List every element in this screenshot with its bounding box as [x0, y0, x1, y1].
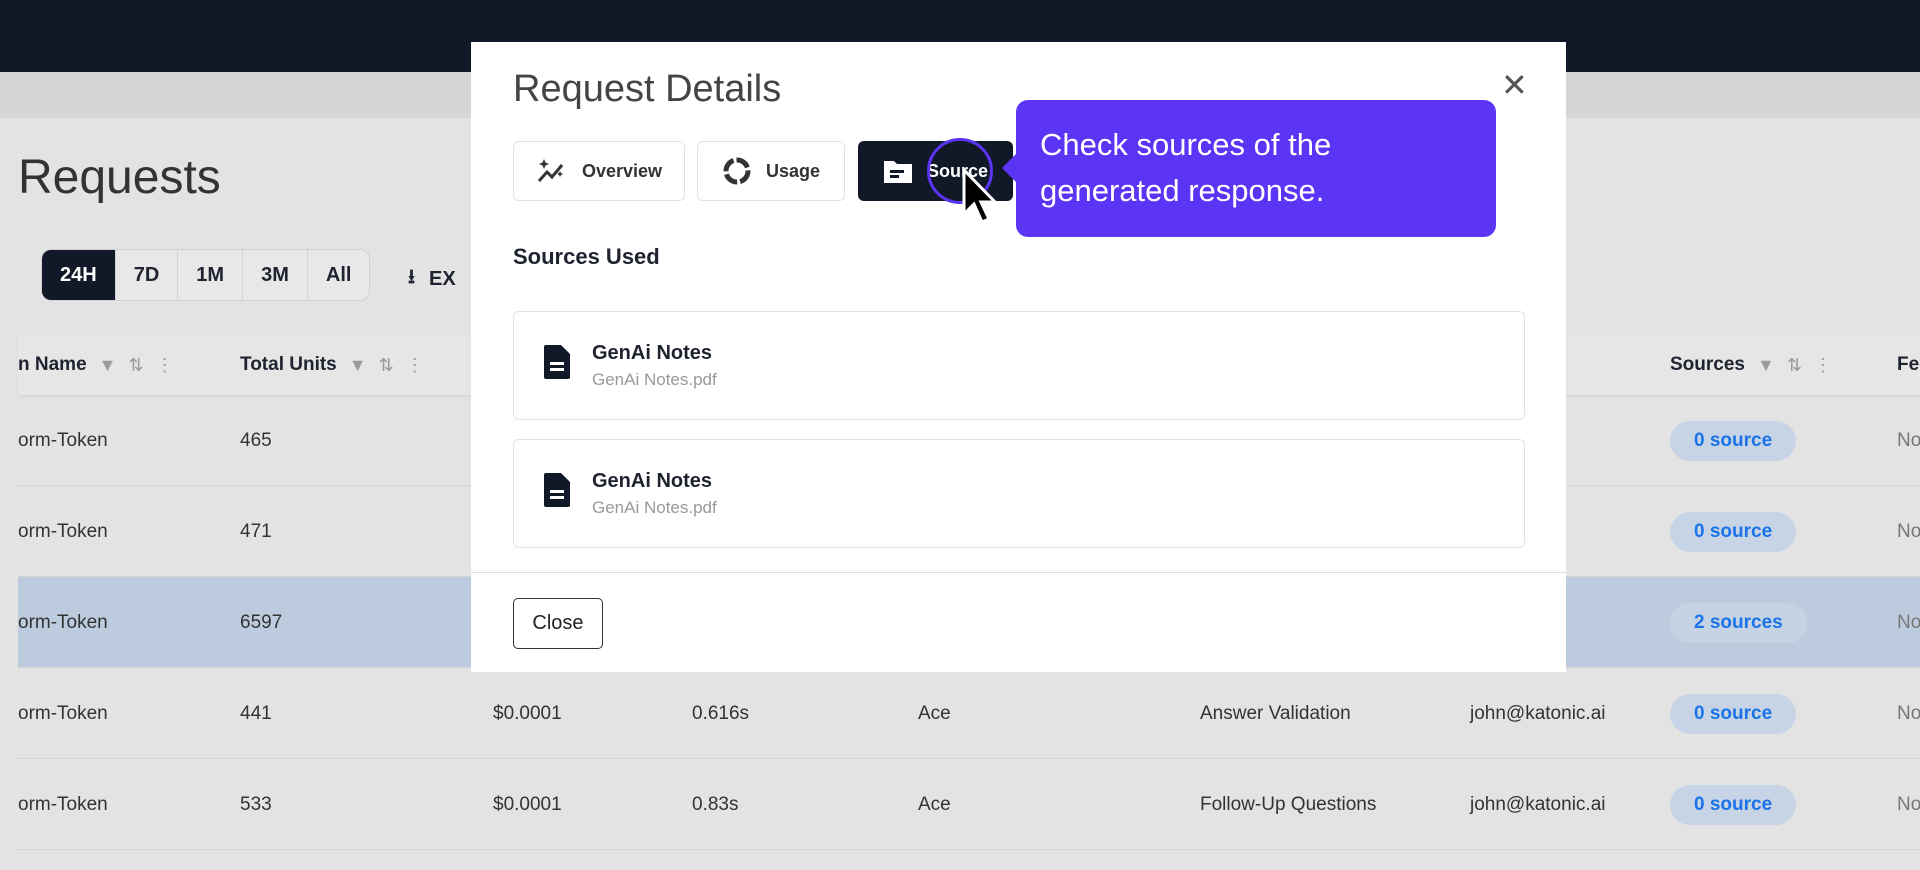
more-icon[interactable]: ⋮	[1814, 355, 1832, 376]
sources-badge[interactable]: 0 source	[1670, 784, 1797, 825]
more-icon[interactable]: ⋮	[156, 355, 174, 376]
table-row[interactable]: orm-Token 533 $0.0001 0.83s Ace Follow-Up Que…	[18, 759, 1920, 850]
more-icon[interactable]: ⋮	[406, 355, 424, 376]
source-file: GenAi Notes.pdf	[592, 498, 717, 517]
tab-label: Overview	[581, 160, 663, 181]
col-feedback[interactable]: Fe	[1897, 335, 1919, 395]
filter-icon[interactable]: ▼	[1757, 355, 1775, 376]
sort-icon[interactable]: ⇅	[128, 355, 143, 376]
cell-feedback: No	[1897, 520, 1920, 542]
cell-name: orm-Token	[18, 793, 108, 815]
time-range-group: 24H 7D 1M 3M All	[41, 249, 371, 301]
cell-feedback: No	[1897, 611, 1920, 633]
tooltip-line: generated response.	[1040, 173, 1325, 208]
cell-latency: 0.616s	[692, 702, 750, 724]
cell-feedback: No	[1897, 793, 1920, 815]
close-icon[interactable]: ✕	[1501, 66, 1528, 104]
table-row[interactable]: orm-Token 441 $0.0001 0.616s Ace Answer Valid…	[18, 668, 1920, 759]
cell-units: 465	[240, 429, 272, 451]
footer-divider	[471, 572, 1566, 573]
cursor-icon	[962, 168, 999, 224]
download-icon: ⭳	[408, 266, 415, 288]
sparkle-icon	[537, 159, 564, 182]
cell-feedback: No	[1897, 702, 1920, 724]
export-label: EX	[429, 267, 456, 290]
tab-usage[interactable]: Usage	[697, 141, 845, 201]
modal-title: Request Details	[513, 68, 782, 110]
cell-type: Answer Validation	[1200, 702, 1351, 724]
section-title: Sources Used	[513, 244, 660, 269]
range-1m[interactable]: 1M	[177, 250, 242, 300]
tooltip: Check sources of the generated response.	[1002, 100, 1496, 237]
filter-icon[interactable]: ▼	[349, 355, 367, 376]
document-icon	[544, 473, 570, 507]
source-title: GenAi Notes	[592, 470, 713, 492]
range-3m[interactable]: 3M	[242, 250, 307, 300]
cell-model: Ace	[918, 793, 951, 815]
cell-name: orm-Token	[18, 702, 108, 724]
source-file: GenAi Notes.pdf	[592, 370, 717, 389]
sources-badge[interactable]: 2 sources	[1670, 602, 1807, 643]
page-title: Requests	[18, 151, 221, 204]
folder-icon	[883, 161, 912, 183]
cell-name: orm-Token	[18, 520, 108, 542]
cell-latency: 0.83s	[692, 793, 739, 815]
cell-sources[interactable]: 0 source	[1670, 395, 1797, 486]
tooltip-line: Check sources of the	[1040, 127, 1332, 162]
cell-sources[interactable]: 2 sources	[1670, 577, 1807, 668]
cell-cost: $0.0001	[493, 793, 562, 815]
sort-icon[interactable]: ⇅	[379, 355, 394, 376]
col-label: n Name	[18, 354, 87, 375]
range-all[interactable]: All	[306, 250, 370, 300]
col-label: Sources	[1670, 354, 1745, 375]
col-sources[interactable]: Sources ▼ ⇅ ⋮	[1670, 335, 1832, 395]
export-button[interactable]: ⭳ EX	[408, 262, 456, 296]
tab-overview[interactable]: Overview	[513, 141, 685, 201]
cell-units: 471	[240, 520, 272, 542]
cell-cost: $0.0001	[493, 702, 562, 724]
range-7d[interactable]: 7D	[114, 250, 178, 300]
sources-badge[interactable]: 0 source	[1670, 693, 1797, 734]
cell-user: john@katonic.ai	[1470, 793, 1606, 815]
close-button[interactable]: Close	[513, 598, 603, 649]
sort-icon[interactable]: ⇅	[1787, 355, 1802, 376]
cell-units: 533	[240, 793, 272, 815]
document-icon	[544, 345, 570, 379]
col-label: Total Units	[240, 354, 337, 375]
col-name[interactable]: n Name ▼ ⇅ ⋮	[18, 335, 174, 395]
source-title: GenAi Notes	[592, 342, 713, 364]
cell-type: Follow-Up Questions	[1200, 793, 1377, 815]
sources-badge[interactable]: 0 source	[1670, 511, 1797, 552]
cell-sources[interactable]: 0 source	[1670, 668, 1797, 759]
col-total-units[interactable]: Total Units ▼ ⇅ ⋮	[240, 335, 424, 395]
cell-name: orm-Token	[18, 611, 108, 633]
source-card[interactable]: GenAi Notes GenAi Notes.pdf	[513, 311, 1525, 420]
sources-badge[interactable]: 0 source	[1670, 420, 1797, 461]
filter-icon[interactable]: ▼	[99, 355, 117, 376]
cell-user: john@katonic.ai	[1470, 702, 1606, 724]
tab-label: Usage	[765, 160, 821, 181]
cell-name: orm-Token	[18, 429, 108, 451]
range-24h[interactable]: 24H	[42, 250, 115, 300]
cell-model: Ace	[918, 702, 951, 724]
donut-icon	[723, 157, 751, 185]
cell-units: 6597	[240, 611, 283, 633]
cell-units: 441	[240, 702, 272, 724]
cell-sources[interactable]: 0 source	[1670, 759, 1797, 850]
cell-feedback: No	[1897, 429, 1920, 451]
cell-sources[interactable]: 0 source	[1670, 486, 1797, 577]
source-card[interactable]: GenAi Notes GenAi Notes.pdf	[513, 439, 1525, 548]
